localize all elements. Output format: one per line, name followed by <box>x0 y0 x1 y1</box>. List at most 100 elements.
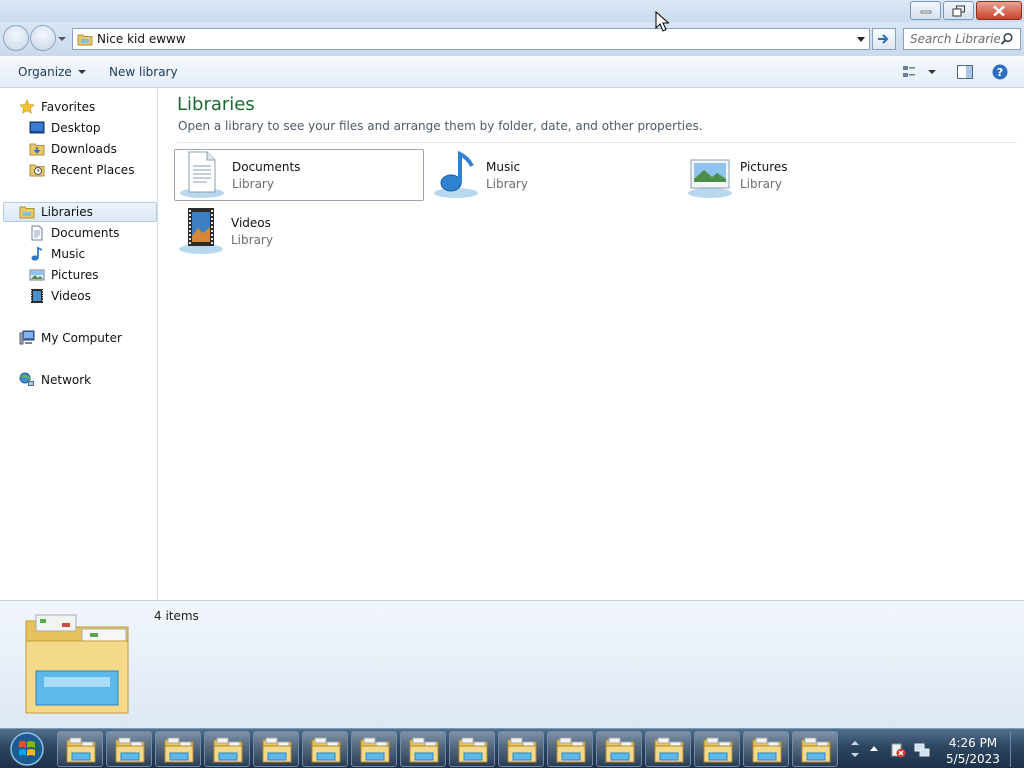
taskbar-explorer-button[interactable] <box>547 731 593 767</box>
taskbar-explorer-button[interactable] <box>302 731 348 767</box>
show-hidden-icons[interactable] <box>870 746 878 751</box>
nav-pictures[interactable]: Pictures <box>29 265 99 285</box>
tile-text: Music Library <box>486 160 528 191</box>
explorer-folder-icon <box>556 737 586 763</box>
taskbar-explorer-button[interactable] <box>792 731 838 767</box>
change-view-icon[interactable] <box>901 64 939 80</box>
nav-downloads-label: Downloads <box>51 142 117 156</box>
arrow-right-icon <box>878 34 889 44</box>
explorer-folder-icon <box>164 737 194 763</box>
nav-documents-label: Documents <box>51 226 120 240</box>
explorer-folder-icon <box>213 737 243 763</box>
taskbar-scroll[interactable] <box>848 731 862 767</box>
pictures-icon <box>29 269 45 281</box>
details-pane: 4 items <box>0 600 1024 728</box>
title-bar <box>0 0 1024 22</box>
nav-downloads[interactable]: Downloads <box>29 139 117 159</box>
tile-text: Videos Library <box>231 216 273 247</box>
tile-type: Library <box>740 176 782 191</box>
action-center-warning-icon[interactable] <box>890 742 906 758</box>
navigation-bar: Nice kid ewww <box>0 22 1024 56</box>
header-divider <box>177 142 1017 143</box>
address-dropdown[interactable] <box>853 29 869 49</box>
nav-my-computer[interactable]: My Computer <box>19 328 122 348</box>
recent-pages-dropdown[interactable] <box>57 25 67 51</box>
address-bar[interactable]: Nice kid ewww <box>72 28 870 50</box>
organize-label: Organize <box>18 65 72 79</box>
nav-favorites[interactable]: Favorites <box>19 97 95 117</box>
videos-library-icon <box>179 208 223 254</box>
taskbar-explorer-button[interactable] <box>400 731 446 767</box>
nav-videos[interactable]: Videos <box>29 286 91 306</box>
taskbar-explorer-button[interactable] <box>743 731 789 767</box>
clock-date: 5/5/2023 <box>946 752 1000 766</box>
svg-text:?: ? <box>997 66 1003 79</box>
nav-music-label: Music <box>51 247 86 261</box>
explorer-folder-icon <box>507 737 537 763</box>
explorer-folder-icon <box>262 737 292 763</box>
start-button[interactable] <box>4 730 50 768</box>
nav-music[interactable]: Music <box>29 244 85 264</box>
go-button[interactable] <box>872 28 896 50</box>
minimize-button[interactable] <box>910 1 941 20</box>
nav-recent-places-label: Recent Places <box>51 163 135 177</box>
libraries-folder-icon <box>25 614 129 714</box>
recent-places-icon <box>29 164 45 177</box>
tile-name: Pictures <box>740 159 788 174</box>
network-icon <box>19 372 34 386</box>
show-desktop-button[interactable] <box>1010 731 1024 767</box>
nav-desktop-label: Desktop <box>51 121 101 135</box>
nav-favorites-label: Favorites <box>41 100 96 114</box>
restore-icon <box>952 5 965 16</box>
back-button[interactable] <box>3 25 29 51</box>
nav-libraries[interactable]: Libraries <box>3 202 157 222</box>
nav-videos-label: Videos <box>51 289 91 303</box>
preview-pane-icon[interactable] <box>956 64 974 80</box>
caption-buttons <box>908 1 1022 20</box>
chevron-down-icon <box>77 70 86 74</box>
page-subtitle: Open a library to see your files and arr… <box>178 119 703 133</box>
address-text[interactable]: Nice kid ewww <box>97 32 853 46</box>
music-library-icon <box>434 150 478 198</box>
search-icon[interactable] <box>1000 32 1014 46</box>
library-tile-documents[interactable]: Documents Library <box>174 149 424 201</box>
taskbar-explorer-button[interactable] <box>204 731 250 767</box>
explorer-folder-icon <box>703 737 733 763</box>
computer-icon <box>19 330 35 345</box>
nav-documents[interactable]: Documents <box>29 223 119 243</box>
taskbar-explorer-button[interactable] <box>694 731 740 767</box>
organize-button[interactable]: Organize <box>18 65 86 79</box>
nav-arrows <box>3 25 67 51</box>
navigation-pane: Favorites Desktop Downloads Recent Place… <box>0 89 158 600</box>
library-tile-music[interactable]: Music Library <box>429 149 679 201</box>
nav-desktop[interactable]: Desktop <box>29 118 101 138</box>
videos-icon <box>31 289 43 303</box>
taskbar-explorer-button[interactable] <box>596 731 642 767</box>
search-input[interactable] <box>904 32 1000 46</box>
help-icon[interactable]: ? <box>991 64 1009 82</box>
restore-button[interactable] <box>943 1 974 20</box>
close-icon <box>993 5 1005 16</box>
taskbar-explorer-button[interactable] <box>106 731 152 767</box>
nav-recent-places[interactable]: Recent Places <box>29 160 134 180</box>
library-tile-pictures[interactable]: Pictures Library <box>683 149 933 201</box>
close-button[interactable] <box>976 1 1022 20</box>
taskbar-explorer-button[interactable] <box>498 731 544 767</box>
taskbar-explorer-button[interactable] <box>57 731 103 767</box>
network-status-icon[interactable] <box>914 742 930 758</box>
forward-button[interactable] <box>30 25 56 51</box>
taskbar-explorer-button[interactable] <box>449 731 495 767</box>
taskbar-explorer-button[interactable] <box>155 731 201 767</box>
library-tile-videos[interactable]: Videos Library <box>174 205 424 257</box>
clock[interactable]: 4:26 PM 5/5/2023 <box>938 735 1008 767</box>
taskbar-explorer-button[interactable] <box>645 731 691 767</box>
mouse-cursor-icon <box>655 11 669 32</box>
taskbar-explorer-button[interactable] <box>253 731 299 767</box>
pictures-library-icon <box>688 159 732 198</box>
search-box[interactable] <box>903 28 1021 50</box>
new-library-button[interactable]: New library <box>109 65 178 79</box>
tile-name: Music <box>486 159 521 174</box>
taskbar-explorer-button[interactable] <box>351 731 397 767</box>
tile-text: Pictures Library <box>740 160 788 191</box>
nav-network[interactable]: Network <box>19 370 91 390</box>
